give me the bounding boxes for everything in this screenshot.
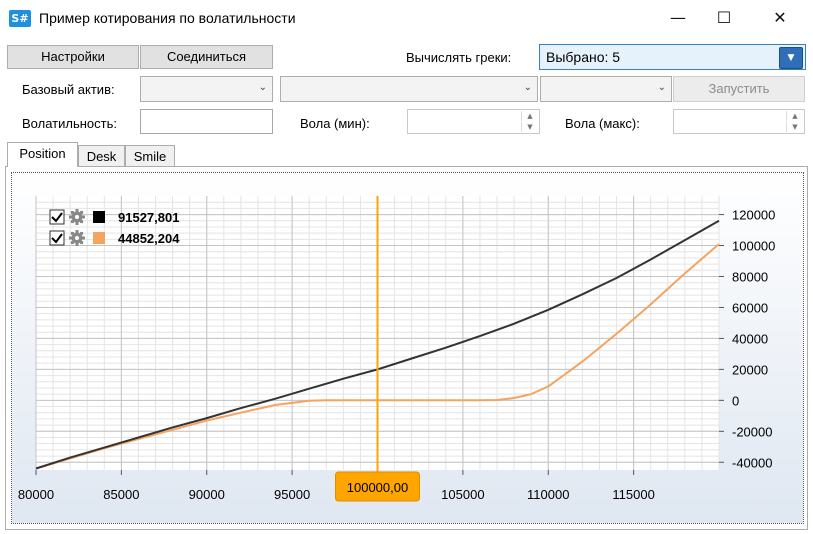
x-tick-label: 105000 [441, 487, 484, 502]
x-tick-label: 85000 [103, 487, 139, 502]
gear-icon-tooth [75, 209, 79, 212]
x-tick-label: 80000 [18, 487, 54, 502]
gear-icon-tooth [82, 236, 85, 240]
y-tick-label: 60000 [732, 300, 768, 315]
y-tick-label: 20000 [732, 362, 768, 377]
legend-value: 91527,801 [118, 210, 179, 225]
y-tick-label: 40000 [732, 331, 768, 346]
gear-icon[interactable] [69, 230, 85, 246]
x-tick-label: 115000 [612, 487, 654, 502]
gear-icon-hole [75, 236, 79, 240]
gear-icon-tooth [70, 220, 74, 224]
gear-icon-tooth [75, 230, 79, 233]
gear-icon-tooth [82, 215, 85, 219]
gear-icon-hole [75, 215, 79, 219]
y-tick-label: 100000 [732, 239, 775, 254]
cursor-label: 100000,00 [347, 480, 408, 495]
position-chart[interactable]: 100000,00 120000 100000 80000 60000 40000 200… [0, 0, 813, 534]
gear-icon-tooth [70, 231, 74, 235]
tab-position[interactable]: Position [7, 142, 78, 167]
y-tick-label: -20000 [732, 424, 772, 439]
legend-color-swatch [93, 232, 105, 244]
gear-icon-tooth [80, 210, 84, 214]
y-tick-label: 120000 [732, 208, 775, 223]
x-tick-label: 90000 [189, 487, 225, 502]
gear-icon-tooth [70, 210, 74, 214]
y-tick-label: 0 [732, 393, 739, 408]
y-tick-label: 80000 [732, 269, 768, 284]
gear-icon[interactable] [69, 209, 85, 225]
gear-icon-tooth [80, 220, 84, 224]
x-tick-label: 95000 [274, 487, 310, 502]
x-tick-label: 110000 [527, 487, 569, 502]
gear-icon-tooth [80, 231, 84, 235]
legend-value: 44852,204 [118, 231, 180, 246]
legend-color-swatch [93, 211, 105, 223]
gear-icon-tooth [75, 243, 79, 246]
gear-icon-tooth [80, 241, 84, 245]
gear-icon-tooth [70, 241, 74, 245]
gear-icon-tooth [69, 215, 72, 219]
gear-icon-tooth [75, 222, 79, 225]
y-tick-label: -40000 [732, 455, 772, 470]
gear-icon-tooth [69, 236, 72, 240]
